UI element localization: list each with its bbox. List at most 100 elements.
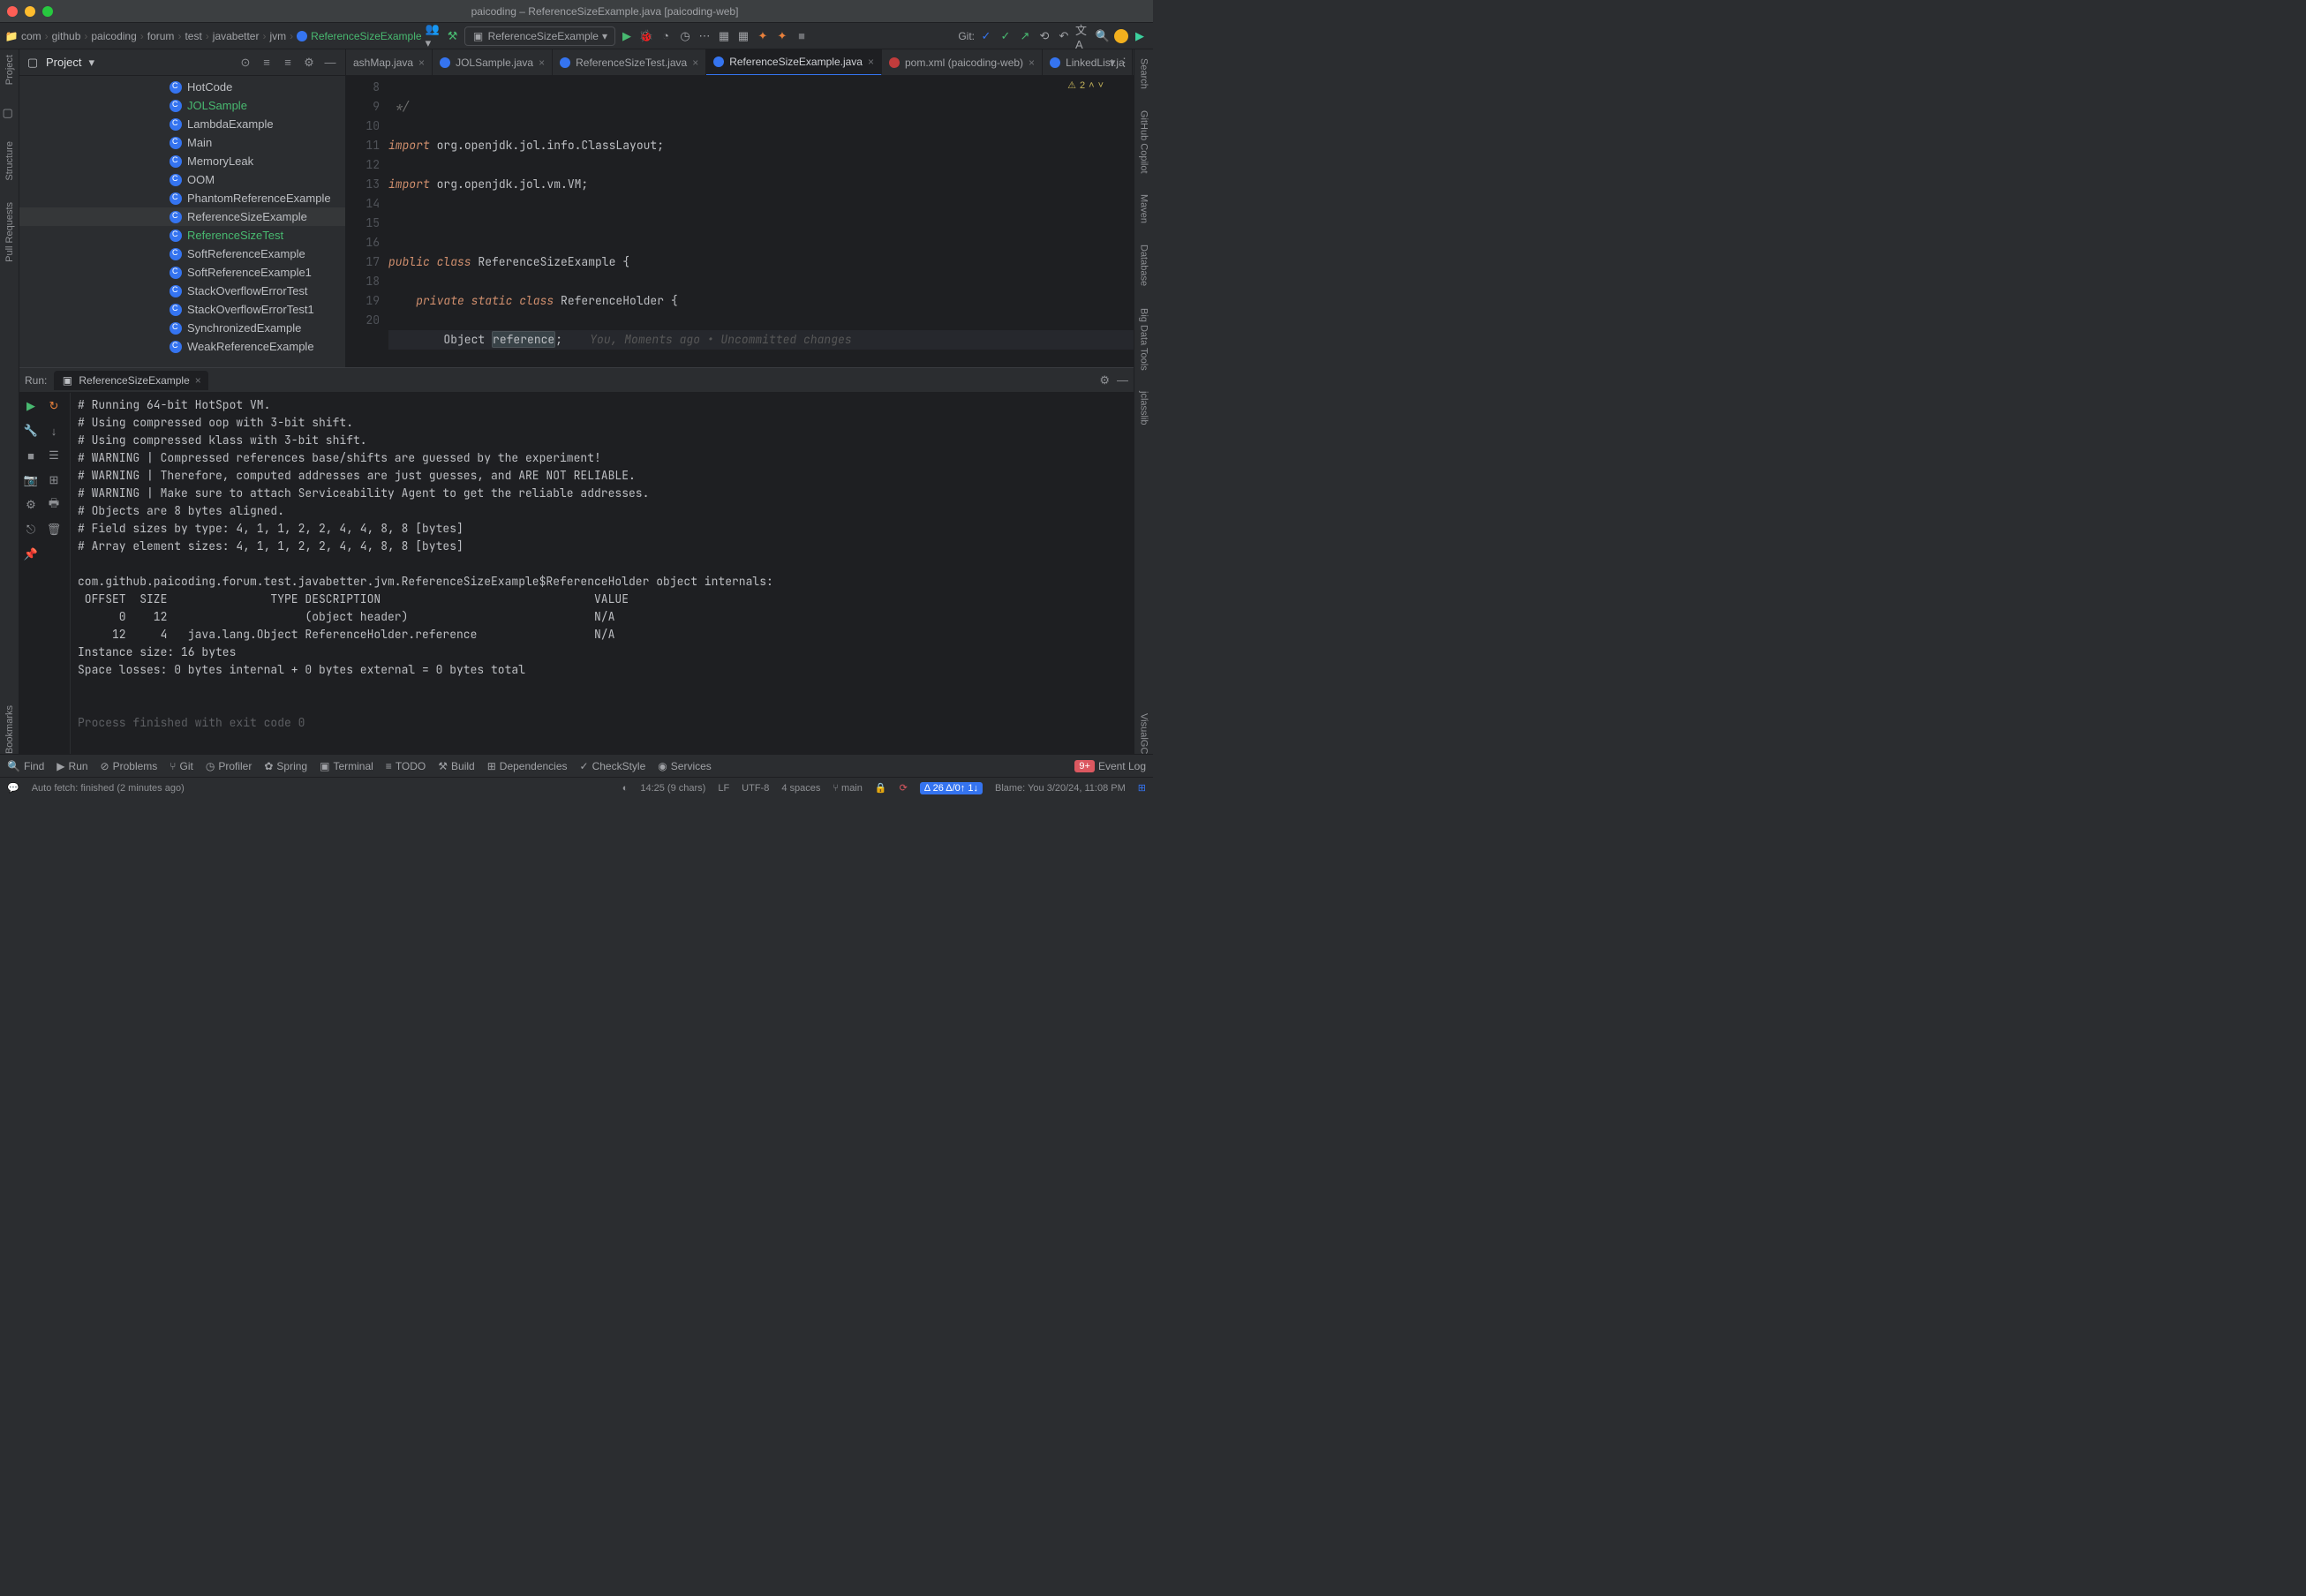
indent[interactable]: 4 spaces xyxy=(781,783,820,794)
run-tool-button[interactable]: ▶ Run xyxy=(57,760,87,772)
close-icon[interactable]: × xyxy=(868,56,874,68)
trash-icon[interactable]: 🗑 xyxy=(46,522,62,538)
close-icon[interactable]: × xyxy=(692,56,698,69)
close-icon[interactable]: × xyxy=(195,374,201,387)
user-icon[interactable]: 👥▾ xyxy=(426,28,441,44)
tree-item[interactable]: HotCode xyxy=(19,78,345,96)
breadcrumb[interactable]: 📁 com› github› paicoding› forum› test› j… xyxy=(5,30,422,42)
more-tabs-icon[interactable]: ▾ ⋮ xyxy=(1110,56,1130,70)
git-branch[interactable]: ⑂ main xyxy=(833,783,863,794)
code-area[interactable]: ⚠ 2 ˄ ˅ 8 9 10 11 12 13 14 xyxy=(346,76,1134,367)
avatar-icon[interactable] xyxy=(1114,29,1128,43)
run-output[interactable]: # Running 64-bit HotSpot VM. # Using com… xyxy=(71,393,1134,754)
tree-item[interactable]: LambdaExample xyxy=(19,115,345,133)
tree-item[interactable]: MemoryLeak xyxy=(19,152,345,170)
crumb[interactable]: forum xyxy=(147,30,175,42)
git-revert-icon[interactable]: ↶ xyxy=(1056,28,1072,44)
ide-icon[interactable]: ▶ xyxy=(1132,28,1148,44)
rerun-failed-icon[interactable]: ↻ xyxy=(46,398,62,414)
terminal-tool-button[interactable]: ▣ Terminal xyxy=(320,760,373,772)
copilot-icon[interactable]: ✦ xyxy=(774,28,790,44)
services-tool-button[interactable]: ◉ Services xyxy=(658,760,712,772)
folder-icon[interactable]: ▢ xyxy=(3,106,17,120)
changes-badge[interactable]: Δ 26 Δ/0↑ 1↓ xyxy=(920,782,983,794)
bigdata-tool-button[interactable]: Big Data Tools xyxy=(1139,308,1149,371)
sync-icon[interactable]: ⟳ xyxy=(900,782,908,794)
git-commit-icon[interactable]: ✓ xyxy=(998,28,1014,44)
print-icon[interactable]: 🖶 xyxy=(46,497,62,513)
run-button[interactable]: ▶ xyxy=(619,28,635,44)
hide-icon[interactable]: — xyxy=(1117,373,1128,388)
chevron-down-icon[interactable]: ▾ xyxy=(88,56,94,70)
project-tree[interactable]: HotCode JOLSample LambdaExample Main Mem… xyxy=(19,76,345,367)
gear-icon[interactable]: ⚙ xyxy=(23,497,39,513)
translate-icon[interactable]: 文A xyxy=(1075,28,1091,44)
editor-tab[interactable]: pom.xml (paicoding-web)× xyxy=(882,49,1043,76)
git-update-icon[interactable]: ✓ xyxy=(978,28,994,44)
jclasslib-tool-button[interactable]: jclasslib xyxy=(1139,391,1149,425)
bookmarks-tool-button[interactable]: Bookmarks xyxy=(4,705,15,754)
exit-icon[interactable]: ⎋ xyxy=(23,522,39,538)
tree-item[interactable]: ReferenceSizeTest xyxy=(19,226,345,245)
search-tool-button[interactable]: Search xyxy=(1139,58,1149,89)
todo-tool-button[interactable]: ≡ TODO xyxy=(386,760,426,772)
crumb[interactable]: paicoding xyxy=(91,30,136,42)
gutter[interactable]: 8 9 10 11 12 13 14 15 16 17 18 19 xyxy=(346,76,388,367)
chevron-down-icon[interactable]: ˅ xyxy=(1098,80,1104,91)
profile-button[interactable]: ◷ xyxy=(677,28,693,44)
code-text[interactable]: */ import org.openjdk.jol.info.ClassLayo… xyxy=(388,76,1134,367)
copilot-icon[interactable]: ✦ xyxy=(755,28,771,44)
tree-item[interactable]: WeakReferenceExample xyxy=(19,337,345,356)
camera-icon[interactable]: 📷 xyxy=(23,472,39,488)
tree-item[interactable]: SoftReferenceExample xyxy=(19,245,345,263)
tree-item[interactable]: ReferenceSizeExample xyxy=(19,207,345,226)
editor-tab[interactable]: ReferenceSizeTest.java× xyxy=(553,49,706,76)
crumb[interactable]: test xyxy=(185,30,201,42)
search-icon[interactable]: 🔍 xyxy=(1095,28,1111,44)
maximize-window-button[interactable] xyxy=(42,6,53,17)
editor-tab[interactable]: ashMap.java× xyxy=(346,49,433,76)
close-icon[interactable]: × xyxy=(539,56,545,69)
close-window-button[interactable] xyxy=(7,6,18,17)
pin-icon[interactable]: 📌 xyxy=(23,546,39,562)
coverage-button[interactable]: ◔ xyxy=(658,28,674,44)
close-icon[interactable]: × xyxy=(418,56,425,69)
expand-all-icon[interactable]: ≡ xyxy=(259,55,275,71)
debug-button[interactable]: 🐞 xyxy=(638,28,654,44)
windows-icon[interactable]: ⊞ xyxy=(1138,782,1146,794)
problems-tool-button[interactable]: ⊘ Problems xyxy=(101,760,158,772)
collapse-all-icon[interactable]: ≡ xyxy=(280,55,296,71)
chevron-up-icon[interactable]: ˄ xyxy=(1089,80,1094,91)
caret-position[interactable]: 14:25 (9 chars) xyxy=(640,783,705,794)
checkstyle-tool-button[interactable]: ✓ CheckStyle xyxy=(580,760,646,772)
maven-tool-button[interactable]: Maven xyxy=(1139,194,1149,223)
tree-item[interactable]: OOM xyxy=(19,170,345,189)
stop-button[interactable]: ■ xyxy=(794,28,810,44)
hammer-build-icon[interactable]: ⚒ xyxy=(445,28,461,44)
git-tool-button[interactable]: ⑂ Git xyxy=(170,760,193,772)
minimize-window-button[interactable] xyxy=(25,6,35,17)
progress-icon[interactable]: ◐ xyxy=(622,783,629,794)
database-tool-button[interactable]: Database xyxy=(1139,245,1149,286)
filter-icon[interactable]: ☰ xyxy=(46,448,62,463)
copilot-tool-button[interactable]: GitHub Copilot xyxy=(1139,110,1149,174)
build-tool-button[interactable]: ⚒ Build xyxy=(438,760,474,772)
crumb[interactable]: javabetter xyxy=(213,30,260,42)
hide-icon[interactable]: — xyxy=(322,55,338,71)
message-icon[interactable]: 💬 xyxy=(7,782,19,794)
toolbar-icon[interactable]: ▦ xyxy=(716,28,732,44)
crumb[interactable]: jvm xyxy=(269,30,286,42)
tree-item[interactable]: SoftReferenceExample1 xyxy=(19,263,345,282)
find-tool-button[interactable]: 🔍 Find xyxy=(7,760,44,772)
run-configuration-selector[interactable]: ▣ ReferenceSizeExample ▾ xyxy=(464,26,615,46)
project-tool-button[interactable]: Project xyxy=(4,55,15,85)
rerun-icon[interactable]: ▶ xyxy=(23,398,39,414)
run-tab[interactable]: ▣ ReferenceSizeExample × xyxy=(54,371,207,390)
down-icon[interactable]: ↓ xyxy=(46,423,62,439)
close-icon[interactable]: × xyxy=(1029,56,1035,69)
layout-icon[interactable]: ⊞ xyxy=(46,472,62,488)
crumb[interactable]: com xyxy=(21,30,41,42)
inspection-indicator[interactable]: ⚠ 2 ˄ ˅ xyxy=(1067,79,1104,91)
encoding[interactable]: UTF-8 xyxy=(742,783,769,794)
stop-icon[interactable]: ■ xyxy=(23,448,39,463)
